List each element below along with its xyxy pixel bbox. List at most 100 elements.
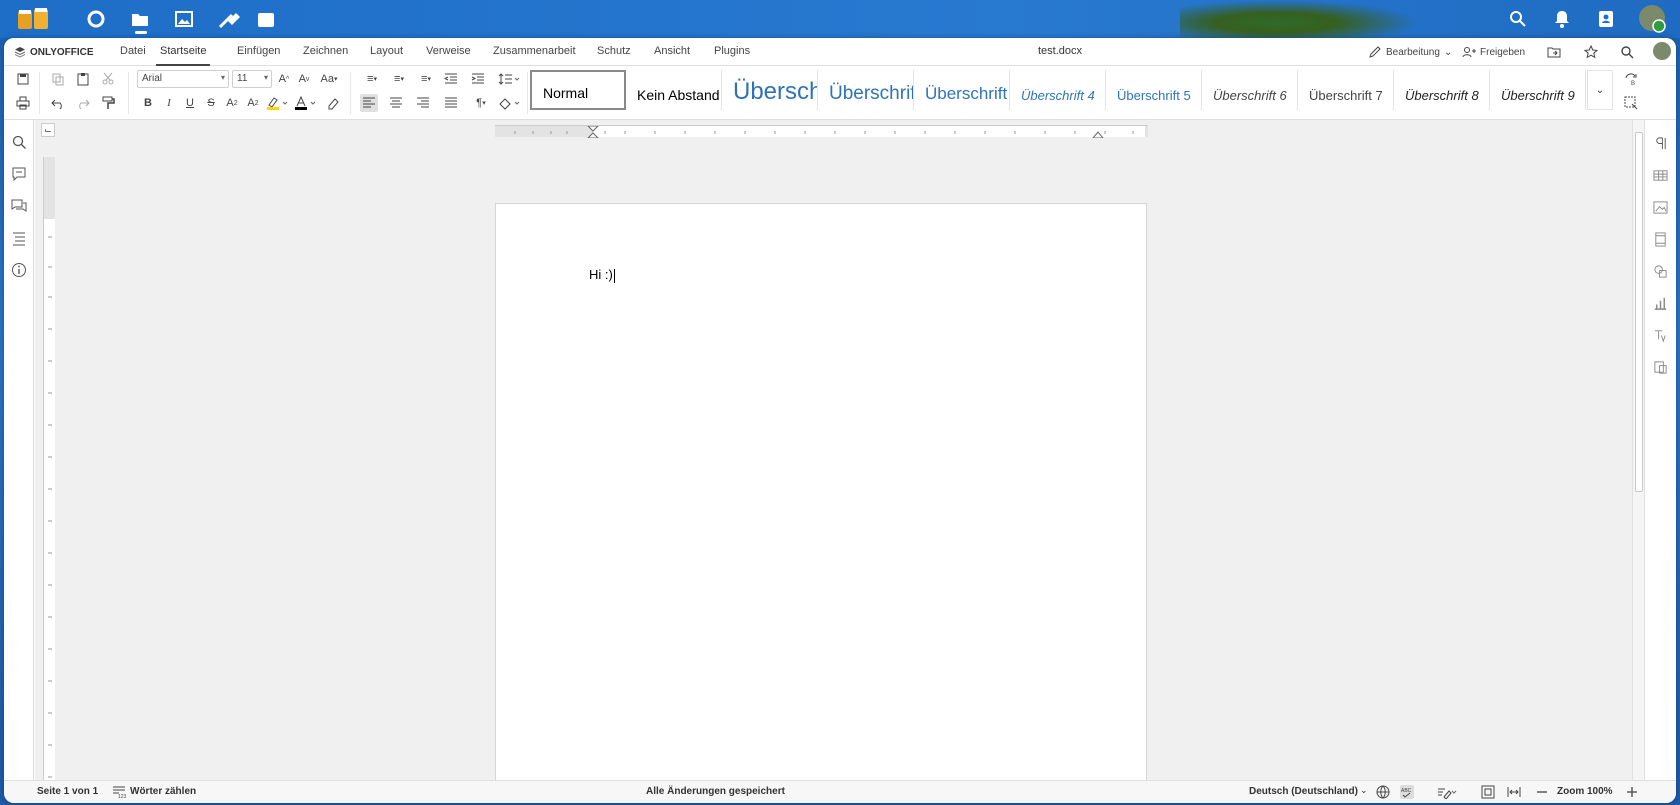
copy-icon[interactable]	[49, 70, 67, 88]
tab-plugins[interactable]: Plugins	[714, 38, 750, 66]
tools-icon[interactable]	[218, 7, 282, 31]
word-count-icon[interactable]: 123	[112, 785, 127, 800]
align-right-icon[interactable]	[414, 94, 432, 112]
zoom-in-icon[interactable]	[1625, 785, 1639, 799]
navigation-icon[interactable]	[11, 230, 27, 246]
decrease-indent-icon[interactable]	[442, 70, 460, 88]
align-left-icon[interactable]	[360, 94, 378, 112]
format-painter-icon[interactable]	[99, 94, 117, 112]
style-heading-9[interactable]: Überschrift 9	[1490, 70, 1586, 110]
document-body[interactable]: Hi :)	[589, 267, 615, 283]
favorite-star-icon[interactable]	[1584, 43, 1598, 61]
font-size-select[interactable]: 11 ▾	[232, 70, 272, 88]
style-heading-3[interactable]: Überschrift 3	[914, 70, 1010, 110]
nextcloud-logo-icon[interactable]	[16, 7, 52, 31]
font-family-select[interactable]: Arial ▾	[137, 70, 229, 88]
underline-icon[interactable]: U	[181, 94, 199, 112]
tab-datei[interactable]: Datei	[120, 38, 146, 66]
zoom-out-icon[interactable]	[1535, 785, 1549, 799]
print-icon[interactable]	[14, 94, 32, 112]
text-art-icon[interactable]	[1653, 328, 1669, 344]
tab-ansicht[interactable]: Ansicht	[654, 38, 690, 66]
edit-mode-button[interactable]: Bearbeitung ⌄	[1368, 43, 1452, 61]
photos-icon[interactable]	[172, 7, 196, 31]
tab-startseite[interactable]: Startseite	[156, 38, 211, 66]
multilevel-list-icon[interactable]: ≡ ▾	[414, 70, 438, 88]
search-icon[interactable]	[1620, 43, 1634, 61]
undo-icon[interactable]	[49, 94, 67, 112]
increase-indent-icon[interactable]	[469, 70, 487, 88]
fit-page-icon[interactable]	[1481, 785, 1495, 799]
style-heading-7[interactable]: Überschrift 7	[1298, 70, 1394, 110]
paragraph-settings-icon[interactable]	[1653, 136, 1669, 152]
shape-settings-icon[interactable]	[1653, 264, 1669, 280]
dashboard-icon[interactable]	[84, 7, 108, 31]
table-settings-icon[interactable]	[1653, 168, 1669, 184]
style-heading-4[interactable]: Überschrift 4	[1010, 70, 1106, 110]
redo-icon[interactable]	[74, 94, 92, 112]
user-avatar[interactable]	[1652, 42, 1672, 60]
style-heading-2[interactable]: Überschrift 2	[818, 70, 914, 110]
tab-zeichnen[interactable]: Zeichnen	[303, 38, 348, 66]
style-no-spacing[interactable]: Kein Abstand	[626, 70, 722, 110]
header-footer-icon[interactable]	[1653, 232, 1669, 248]
justify-icon[interactable]	[442, 94, 460, 112]
cut-icon[interactable]	[99, 70, 117, 88]
image-settings-icon[interactable]	[1653, 200, 1669, 216]
tab-stop-selector[interactable]: ⌙	[41, 123, 55, 137]
change-style-icon[interactable]: B	[1622, 70, 1640, 88]
style-heading-8[interactable]: Überschrift 8	[1394, 70, 1490, 110]
style-heading-5[interactable]: Überschrift 5	[1106, 70, 1202, 110]
superscript-icon[interactable]: A2	[223, 94, 241, 112]
save-icon[interactable]	[14, 70, 32, 88]
contacts-icon[interactable]	[1594, 7, 1618, 31]
notifications-icon[interactable]	[1550, 7, 1574, 31]
search-icon[interactable]	[11, 134, 27, 150]
tab-schutz[interactable]: Schutz	[597, 38, 631, 66]
track-changes-icon[interactable]	[1436, 785, 1458, 800]
form-settings-icon[interactable]	[1653, 360, 1669, 376]
zoom-level[interactable]: Zoom 100%	[1557, 786, 1613, 797]
scrollbar-thumb[interactable]	[1635, 132, 1643, 492]
share-button[interactable]: Freigeben	[1462, 43, 1525, 61]
info-icon[interactable]	[11, 262, 27, 278]
font-color-icon[interactable]	[294, 94, 318, 112]
highlight-color-icon[interactable]	[266, 94, 290, 112]
avatar[interactable]	[1637, 3, 1667, 33]
paragraph-marks-icon[interactable]: ¶ ▾	[469, 94, 493, 112]
strikethrough-icon[interactable]: S	[202, 94, 220, 112]
spellcheck-icon[interactable]: ABC	[1400, 785, 1414, 799]
fit-width-icon[interactable]	[1507, 785, 1521, 799]
select-all-icon[interactable]	[1622, 94, 1640, 112]
bullet-list-icon[interactable]: ≡ ▾	[360, 70, 384, 88]
clear-formatting-icon[interactable]	[324, 94, 342, 112]
document-page[interactable]: Hi :)	[495, 203, 1147, 783]
decrease-font-icon[interactable]: Av	[295, 70, 313, 88]
paragraph-text[interactable]: Hi :)	[589, 267, 613, 282]
open-location-icon[interactable]	[1547, 43, 1561, 61]
chat-icon[interactable]	[11, 198, 27, 214]
style-normal[interactable]: Normal	[530, 70, 626, 110]
page-indicator[interactable]: Seite 1 von 1	[37, 786, 98, 797]
vertical-ruler[interactable]	[43, 157, 55, 780]
numbered-list-icon[interactable]: ≡ ▾	[387, 70, 411, 88]
paste-icon[interactable]	[74, 70, 92, 88]
search-icon[interactable]	[1506, 7, 1530, 31]
style-heading-6[interactable]: Überschrift 6	[1202, 70, 1298, 110]
word-count-button[interactable]: Wörter zählen	[130, 786, 196, 797]
tab-verweise[interactable]: Verweise	[426, 38, 471, 66]
style-heading-1[interactable]: Überschrift 1	[722, 70, 818, 110]
bold-icon[interactable]: B	[139, 94, 157, 112]
italic-icon[interactable]: I	[160, 94, 178, 112]
subscript-icon[interactable]: A2	[244, 94, 262, 112]
tab-layout[interactable]: Layout	[370, 38, 403, 66]
styles-expand-button[interactable]: ⌄	[1587, 70, 1613, 110]
comments-icon[interactable]	[11, 166, 27, 182]
files-icon[interactable]	[128, 7, 152, 31]
chart-settings-icon[interactable]	[1653, 296, 1669, 312]
shading-icon[interactable]	[498, 94, 522, 112]
tab-zusammenarbeit[interactable]: Zusammenarbeit	[493, 38, 576, 66]
tab-einfuegen[interactable]: Einfügen	[237, 38, 280, 66]
horizontal-ruler[interactable]	[495, 125, 1148, 138]
change-case-icon[interactable]: Aa ▾	[316, 70, 342, 88]
